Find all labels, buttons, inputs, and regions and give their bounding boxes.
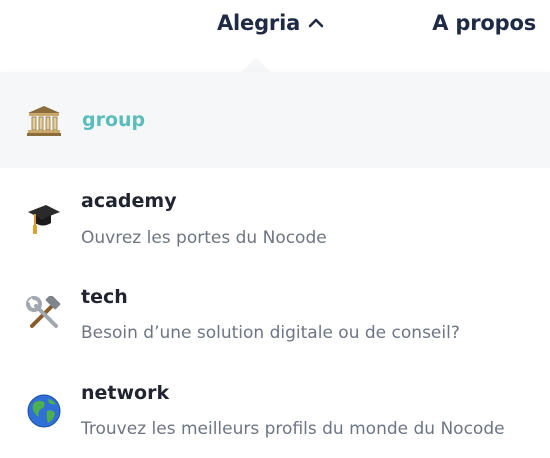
chevron-up-icon	[308, 15, 324, 31]
dropdown-item-network-title: network	[81, 382, 170, 404]
dropdown-item-network-description: Trouvez les meilleurs profils du monde d…	[81, 419, 505, 439]
hammer-and-wrench-icon	[26, 294, 62, 332]
graduation-cap-icon	[26, 200, 62, 236]
alegria-dropdown: group academy Ouvrez les portes du Nocod…	[0, 72, 550, 458]
dropdown-item-group-label: group	[82, 109, 146, 131]
classical-building-icon	[26, 105, 62, 137]
dropdown-item-academy-description: Ouvrez les portes du Nocode	[81, 228, 327, 248]
dropdown-caret	[241, 58, 271, 72]
top-nav: Alegria A propos	[0, 0, 550, 72]
page: Alegria A propos group academy Ouvrez le…	[0, 0, 550, 458]
dropdown-item-group[interactable]: group	[0, 72, 550, 168]
dropdown-item-network[interactable]: network Trouvez les meilleurs profils du…	[0, 368, 550, 458]
alegria-menu-toggle[interactable]: Alegria	[217, 11, 324, 35]
dropdown-item-tech[interactable]: tech Besoin d’une solution digitale ou d…	[0, 272, 550, 364]
about-link[interactable]: A propos	[432, 11, 536, 35]
alegria-menu-label: Alegria	[217, 11, 301, 35]
dropdown-item-academy[interactable]: academy Ouvrez les portes du Nocode	[0, 176, 550, 268]
dropdown-item-tech-description: Besoin d’une solution digitale ou de con…	[81, 323, 460, 343]
dropdown-item-tech-title: tech	[81, 286, 128, 308]
globe-icon	[26, 393, 62, 429]
dropdown-item-academy-title: academy	[81, 190, 177, 212]
